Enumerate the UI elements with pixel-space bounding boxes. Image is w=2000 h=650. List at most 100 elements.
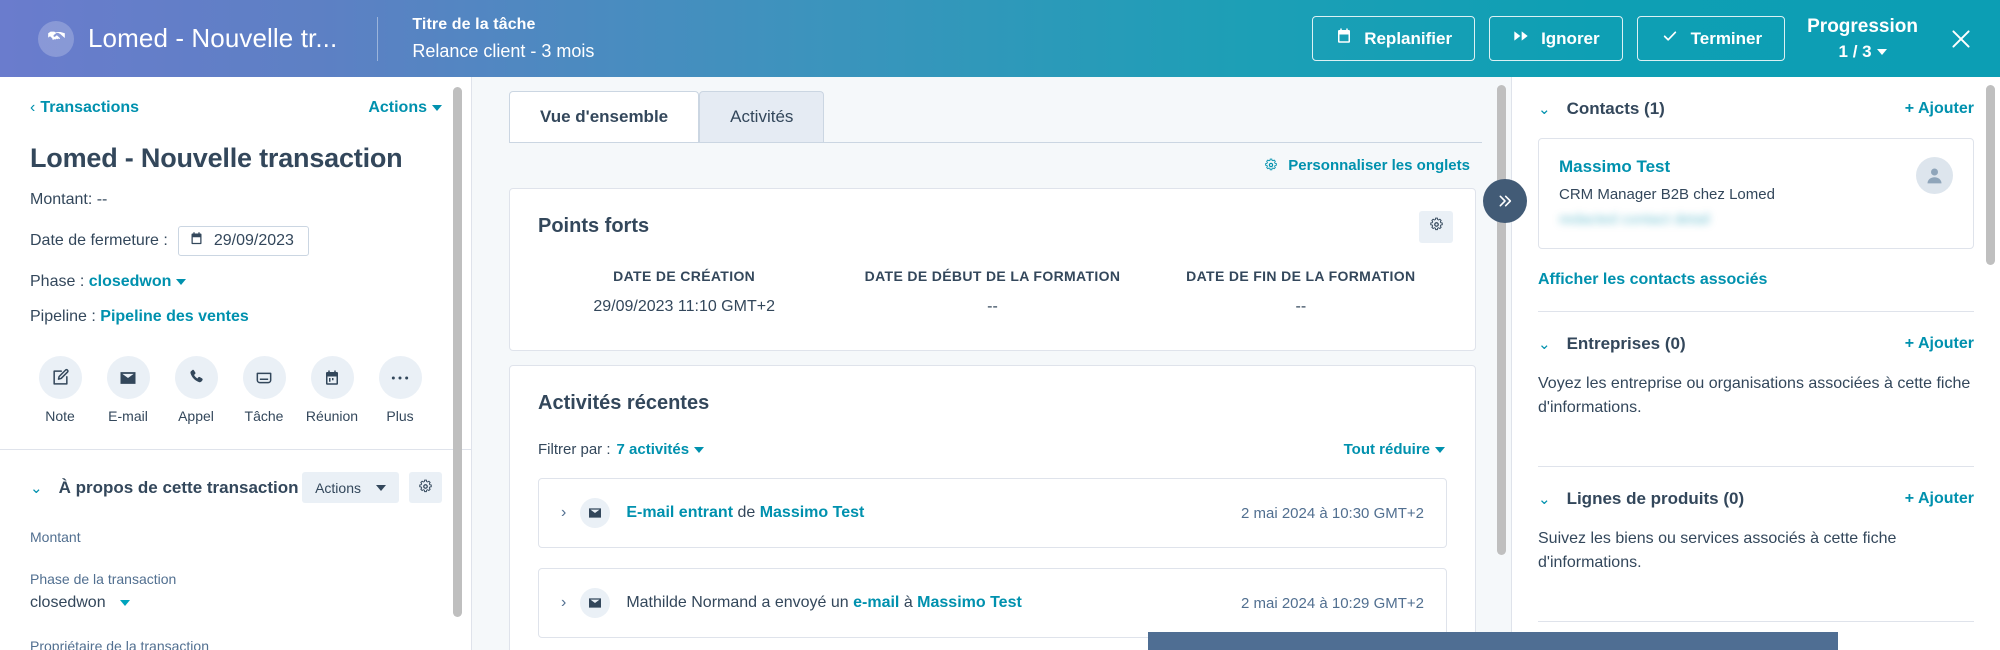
activity-link-primary[interactable]: E-mail entrant bbox=[626, 504, 733, 521]
header-deal-title: Lomed - Nouvelle tr... bbox=[88, 23, 338, 53]
record-right-panel: ⌄ Contacts (1) + Ajouter Massimo Test CR… bbox=[1511, 77, 2000, 650]
header-left-group: Lomed - Nouvelle tr... bbox=[0, 20, 338, 57]
pipeline-value[interactable]: Pipeline des ventes bbox=[100, 308, 249, 326]
record-title: Lomed - Nouvelle transaction bbox=[30, 143, 403, 173]
right-panel-scrollbar[interactable] bbox=[1986, 85, 1995, 265]
quick-action-note[interactable]: Note bbox=[30, 356, 90, 424]
left-panel-scrollbar[interactable] bbox=[453, 87, 462, 617]
highlight-header: DATE DE CRÉATION bbox=[613, 268, 756, 284]
close-icon[interactable] bbox=[1948, 26, 1974, 52]
complete-button[interactable]: Terminer bbox=[1636, 16, 1786, 61]
quick-action-meeting-label: Réunion bbox=[305, 408, 359, 424]
quick-action-note-label: Note bbox=[45, 408, 75, 424]
highlight-column-training-start: DATE DE DÉBUT DE LA FORMATION -- bbox=[838, 268, 1146, 316]
highlights-card: Points forts DATE DE CRÉATION 29/09/2023… bbox=[509, 188, 1476, 351]
close-date-label: Date de fermeture : bbox=[30, 232, 168, 249]
tab-activites[interactable]: Activités bbox=[699, 91, 825, 142]
quick-action-email[interactable]: E-mail bbox=[98, 356, 158, 424]
activity-text: Mathilde Normand a envoyé un e-mail à Ma… bbox=[626, 594, 1021, 612]
close-date-input[interactable]: 29/09/2023 bbox=[177, 226, 309, 256]
about-actions-label: Actions bbox=[315, 479, 361, 496]
left-panel-content: ‹ Transactions Actions Lomed - Nouvelle t… bbox=[0, 77, 471, 650]
add-company-button[interactable]: + Ajouter bbox=[1905, 335, 1974, 353]
note-edit-icon bbox=[38, 356, 82, 399]
gear-icon bbox=[1429, 217, 1444, 237]
chevron-down-icon bbox=[1435, 447, 1445, 454]
activity-link-contact[interactable]: Massimo Test bbox=[760, 504, 865, 521]
about-section-buttons: Actions bbox=[302, 472, 442, 503]
progress-indicator[interactable]: Progression 1 / 3 bbox=[1807, 15, 1918, 62]
add-contact-button[interactable]: + Ajouter bbox=[1905, 100, 1974, 118]
highlights-settings-button[interactable] bbox=[1419, 211, 1453, 243]
customize-tabs-link[interactable]: Personnaliser les onglets bbox=[473, 143, 1510, 174]
skip-button[interactable]: Ignorer bbox=[1489, 16, 1623, 61]
quick-action-task[interactable]: Tâche bbox=[234, 356, 294, 424]
section-divider bbox=[1538, 621, 1974, 622]
skip-label: Ignorer bbox=[1541, 28, 1600, 48]
collapse-all-label: Tout réduire bbox=[1343, 441, 1430, 458]
quick-action-call[interactable]: Appel bbox=[166, 356, 226, 424]
task-title-label: Titre de la tâche bbox=[412, 15, 536, 33]
highlight-header: DATE DE FIN DE LA FORMATION bbox=[1186, 268, 1416, 284]
left-actions-menu[interactable]: Actions bbox=[368, 99, 442, 117]
activity-item[interactable]: › E-mail entrant de Massimo Test 2 mai 2… bbox=[538, 478, 1447, 548]
contact-card[interactable]: Massimo Test CRM Manager B2B chez Lomed … bbox=[1538, 138, 1974, 249]
pipeline-label: Pipeline : bbox=[30, 308, 96, 325]
about-actions-button[interactable]: Actions bbox=[302, 472, 399, 503]
chevron-down-icon[interactable]: ⌄ bbox=[1538, 490, 1551, 508]
chevron-down-icon[interactable]: ⌄ bbox=[1538, 335, 1551, 353]
activity-middle: de bbox=[733, 504, 760, 521]
double-chevron-right-icon[interactable] bbox=[1483, 179, 1527, 223]
show-associated-contacts-link[interactable]: Afficher les contacts associés bbox=[1538, 271, 1767, 289]
main-body: ‹ Transactions Actions Lomed - Nouvelle t… bbox=[0, 77, 2000, 650]
task-queue-header: Lomed - Nouvelle tr... Titre de la tâche… bbox=[0, 0, 2000, 77]
highlight-value: -- bbox=[987, 298, 998, 315]
quick-action-meeting[interactable]: Réunion bbox=[302, 356, 362, 424]
chevron-down-icon bbox=[432, 104, 442, 111]
expand-chevron-icon[interactable]: › bbox=[561, 594, 566, 612]
check-icon bbox=[1660, 28, 1680, 49]
chevron-down-icon[interactable]: ⌄ bbox=[1538, 100, 1551, 118]
add-line-item-button[interactable]: + Ajouter bbox=[1905, 490, 1974, 508]
contact-name[interactable]: Massimo Test bbox=[1559, 157, 1775, 177]
highlight-value: 29/09/2023 11:10 GMT+2 bbox=[593, 298, 775, 315]
activity-link-primary[interactable]: e-mail bbox=[853, 594, 899, 611]
center-panel-scrollbar[interactable] bbox=[1497, 85, 1506, 555]
activity-timestamp: 2 mai 2024 à 10:29 GMT+2 bbox=[1240, 594, 1424, 612]
contact-redacted-detail: redacted contact detail bbox=[1559, 211, 1710, 228]
task-title-value: Relance client - 3 mois bbox=[412, 41, 595, 62]
chevron-down-icon[interactable]: ⌄ bbox=[30, 479, 43, 497]
activity-link-contact[interactable]: Massimo Test bbox=[917, 594, 1022, 611]
companies-description: Voyez les entreprise ou organisations as… bbox=[1538, 375, 1971, 416]
highlight-column-creation-date: DATE DE CRÉATION 29/09/2023 11:10 GMT+2 bbox=[530, 268, 838, 316]
activity-item[interactable]: › Mathilde Normand a envoyé un e-mail à … bbox=[538, 568, 1447, 638]
field-value-stage[interactable]: closedwon bbox=[30, 594, 442, 612]
customize-tabs-label: Personnaliser les onglets bbox=[1288, 157, 1470, 174]
line-items-section: ⌄ Lignes de produits (0) + Ajouter Suive… bbox=[1512, 467, 2000, 622]
left-panel-separator bbox=[0, 449, 471, 450]
collapse-all-link[interactable]: Tout réduire bbox=[1344, 441, 1445, 458]
quick-action-more[interactable]: Plus bbox=[370, 356, 430, 424]
companies-section-header: ⌄ Entreprises (0) + Ajouter bbox=[1538, 312, 1974, 354]
tab-vue-densemble[interactable]: Vue d'ensemble bbox=[509, 91, 700, 142]
breadcrumb-transactions[interactable]: ‹ Transactions bbox=[30, 99, 139, 117]
stage-value-dropdown[interactable]: closedwon bbox=[89, 273, 187, 291]
contacts-section: ⌄ Contacts (1) + Ajouter Massimo Test CR… bbox=[1512, 77, 2000, 312]
line-items-section-header: ⌄ Lignes de produits (0) + Ajouter bbox=[1538, 467, 1974, 509]
reschedule-button[interactable]: Replanifier bbox=[1312, 16, 1476, 61]
line-items-section-title: Lignes de produits (0) bbox=[1566, 489, 1745, 508]
field-label-stage: Phase de la transaction bbox=[30, 571, 177, 587]
record-center-panel: Vue d'ensemble Activités Personnaliser l… bbox=[473, 77, 1510, 650]
contact-card-info: Massimo Test CRM Manager B2B chez Lomed … bbox=[1559, 157, 1775, 228]
pipeline-row: Pipeline : Pipeline des ventes bbox=[30, 308, 442, 326]
contact-subtitle: CRM Manager B2B chez Lomed bbox=[1559, 186, 1775, 203]
highlights-table: DATE DE CRÉATION 29/09/2023 11:10 GMT+2 … bbox=[510, 238, 1475, 350]
expand-chevron-icon[interactable]: › bbox=[561, 504, 566, 522]
chevron-down-icon bbox=[119, 600, 130, 606]
about-settings-button[interactable] bbox=[409, 472, 442, 503]
quick-action-email-label: E-mail bbox=[108, 408, 148, 424]
stage-label: Phase : bbox=[30, 273, 85, 290]
filter-value-dropdown[interactable]: 7 activités bbox=[617, 441, 705, 458]
breadcrumb-label: Transactions bbox=[40, 99, 140, 116]
bottom-status-bar bbox=[1148, 632, 1838, 650]
